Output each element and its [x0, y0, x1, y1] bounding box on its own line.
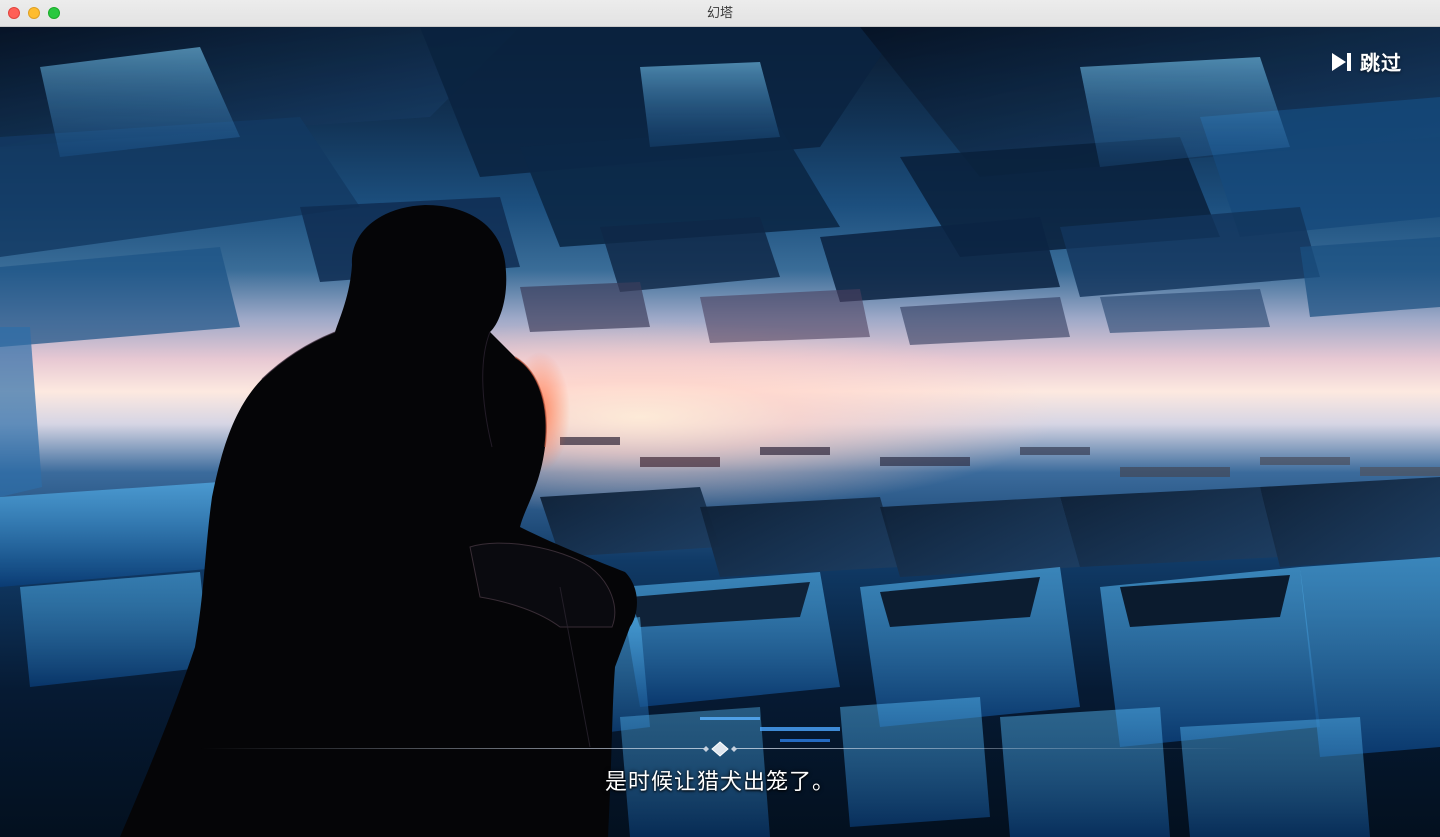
- cutscene-scene: [0, 27, 1440, 837]
- divider-line-left: [200, 748, 705, 749]
- dialogue-line: 是时候让猎犬出笼了。: [604, 770, 835, 795]
- divider-line-right: [735, 748, 1240, 749]
- skip-label: 跳过: [1360, 51, 1402, 75]
- skip-forward-icon: [1332, 52, 1351, 71]
- title-bar: 幻塔: [0, 0, 1440, 27]
- diamond-ornament-icon: [703, 741, 737, 757]
- skip-button[interactable]: 跳过: [1330, 47, 1402, 76]
- dialogue-divider: [200, 739, 1240, 759]
- game-window: 幻塔 跳过 是时候让猎犬出笼了。: [0, 0, 1440, 837]
- cutscene-viewport[interactable]: 跳过 是时候让猎犬出笼了。: [0, 27, 1440, 837]
- window-title: 幻塔: [706, 6, 733, 21]
